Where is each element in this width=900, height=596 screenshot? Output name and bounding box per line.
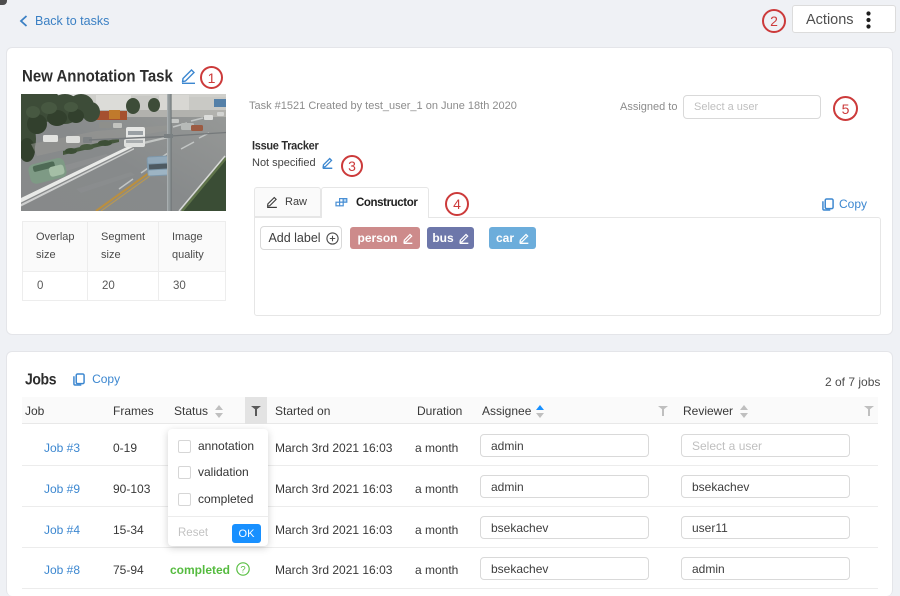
svg-text:?: ? — [240, 564, 245, 575]
